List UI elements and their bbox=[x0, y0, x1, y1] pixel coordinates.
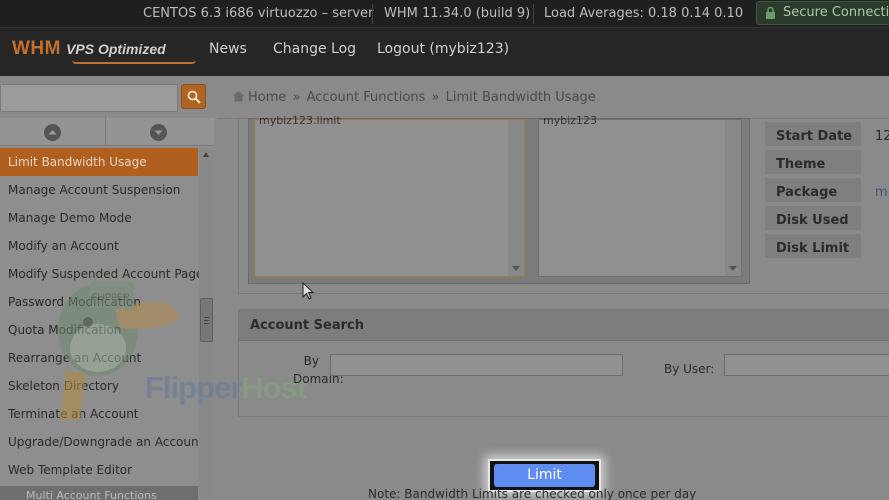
sidebar-item-upgrade-downgrade-an-account[interactable]: Upgrade/Downgrade an Account bbox=[0, 428, 203, 456]
header-nav: WHM VPS Optimized News Change Log Logout… bbox=[0, 28, 889, 76]
account-info-table: Start Date 12 Theme Package m Disk Used … bbox=[765, 122, 889, 262]
scroll-up-button[interactable] bbox=[0, 118, 106, 146]
account-listbox-left[interactable]: mybiz123.limit bbox=[254, 114, 525, 277]
breadcrumb-home[interactable]: Home bbox=[248, 90, 286, 105]
logo-swoosh bbox=[72, 60, 196, 64]
sidebar-item-manage-demo-mode[interactable]: Manage Demo Mode bbox=[0, 204, 198, 232]
listbox-right-item[interactable]: mybiz123 bbox=[543, 114, 597, 127]
logo-vps-text: VPS Optimized bbox=[66, 41, 166, 57]
by-user-label: By User: bbox=[664, 362, 715, 376]
divider bbox=[372, 4, 373, 24]
search-button[interactable] bbox=[181, 84, 206, 109]
info-row-theme: Theme bbox=[765, 150, 889, 178]
listbox-left-item[interactable]: mybiz123.limit bbox=[259, 114, 341, 127]
nav-changelog-link[interactable]: Change Log bbox=[273, 28, 356, 76]
account-listbox-right[interactable]: mybiz123 bbox=[538, 114, 742, 277]
whm-version-info: WHM 11.34.0 (build 9) bbox=[384, 6, 531, 21]
top-status-bar: CENTOS 6.3 i686 virtuozzo – server WHM 1… bbox=[0, 0, 889, 28]
sidebar-item-quota-modification[interactable]: Quota Modification bbox=[0, 316, 198, 344]
sidebar-item-rearrange-an-account[interactable]: Rearrange an Account bbox=[0, 344, 198, 372]
server-os-info: CENTOS 6.3 i686 virtuozzo – server bbox=[143, 6, 374, 21]
watermark-flipper: Flipper bbox=[145, 370, 242, 405]
sidebar-item-password-modification[interactable]: Password Modification bbox=[0, 288, 198, 316]
info-value: 12 bbox=[875, 129, 889, 144]
info-value-package-link[interactable]: m bbox=[875, 178, 888, 204]
bandwidth-note: Note: Bandwidth Limits are checked only … bbox=[368, 487, 697, 500]
divider bbox=[238, 293, 889, 294]
sidebar-item-modify-suspended-account-page[interactable]: Modify Suspended Account Page bbox=[0, 260, 203, 288]
info-label: Start Date bbox=[765, 122, 861, 148]
scrollbar-thumb[interactable] bbox=[200, 298, 213, 342]
info-label: Disk Used bbox=[765, 206, 861, 232]
breadcrumb: Home » Account Functions » Limit Bandwid… bbox=[232, 90, 598, 110]
account-search-title: Account Search bbox=[239, 310, 889, 341]
search-by-user-input[interactable] bbox=[724, 354, 889, 376]
sidebar: Limit Bandwidth Usage Manage Account Sus… bbox=[0, 118, 214, 500]
load-averages-info: Load Averages: 0.18 0.14 0.10 bbox=[544, 6, 744, 21]
breadcrumb-separator: » bbox=[431, 90, 440, 105]
scroll-down-button[interactable] bbox=[106, 118, 212, 146]
sidebar-item-modify-an-account[interactable]: Modify an Account bbox=[0, 232, 198, 260]
sidebar-section-multi-account-functions[interactable]: Multi Account Functions bbox=[0, 486, 198, 500]
home-icon bbox=[233, 91, 244, 102]
sidebar-scrollbar[interactable] bbox=[199, 148, 214, 500]
arrow-down-icon bbox=[150, 124, 167, 141]
info-row-disk-limit: Disk Limit bbox=[765, 234, 889, 262]
info-row-start-date: Start Date 12 bbox=[765, 122, 889, 150]
mouse-cursor-icon bbox=[302, 282, 315, 300]
breadcrumb-current-page: Limit Bandwidth Usage bbox=[445, 90, 596, 105]
info-label: Package bbox=[765, 178, 861, 204]
sidebar-item-limit-bandwidth-usage[interactable]: Limit Bandwidth Usage bbox=[0, 148, 198, 176]
lock-icon bbox=[766, 7, 775, 19]
secure-connection-label: Secure Connection bbox=[783, 5, 889, 20]
whm-logo[interactable]: WHM VPS Optimized bbox=[12, 38, 196, 66]
info-label: Theme bbox=[765, 150, 861, 176]
breadcrumb-account-functions[interactable]: Account Functions bbox=[307, 90, 426, 105]
info-row-disk-used: Disk Used bbox=[765, 206, 889, 234]
divider bbox=[533, 4, 534, 24]
info-row-package: Package m bbox=[765, 178, 889, 206]
chevron-down-icon bbox=[512, 266, 520, 271]
sidebar-item-web-template-editor[interactable]: Web Template Editor bbox=[0, 456, 198, 484]
scroll-up-arrow-icon bbox=[203, 152, 209, 157]
chevron-down-icon bbox=[729, 266, 737, 271]
info-label: Disk Limit bbox=[765, 234, 861, 260]
by-domain-label: By Domain: bbox=[293, 354, 344, 386]
secure-connection-badge[interactable]: Secure Connection bbox=[756, 1, 889, 25]
sidebar-item-manage-account-suspension[interactable]: Manage Account Suspension bbox=[0, 176, 198, 204]
divider bbox=[238, 118, 239, 294]
breadcrumb-separator: » bbox=[292, 90, 301, 105]
sidebar-scroll-arrows bbox=[0, 118, 214, 146]
search-by-domain-input[interactable] bbox=[330, 354, 623, 376]
search-icon bbox=[187, 90, 201, 104]
sidebar-menu: Limit Bandwidth Usage Manage Account Sus… bbox=[0, 148, 203, 484]
account-search-panel: Account Search By Domain: By User: bbox=[238, 309, 889, 417]
arrow-up-icon bbox=[44, 124, 61, 141]
limit-button[interactable]: Limit bbox=[494, 464, 595, 487]
nav-logout-link[interactable]: Logout (mybiz123) bbox=[377, 28, 509, 76]
listbox-left-scrollbar[interactable] bbox=[508, 120, 524, 276]
sidebar-search-input[interactable] bbox=[0, 84, 178, 112]
listbox-right-scrollbar[interactable] bbox=[725, 120, 741, 276]
nav-news-link[interactable]: News bbox=[209, 28, 247, 76]
logo-whm-text: WHM bbox=[12, 38, 61, 59]
